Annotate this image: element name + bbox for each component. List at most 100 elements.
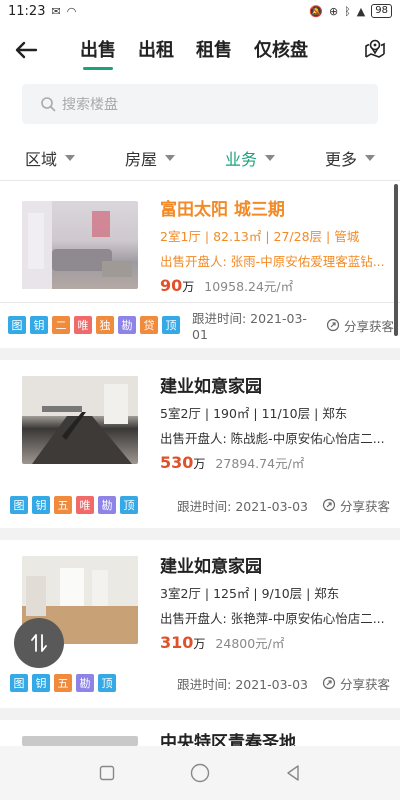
chevron-down-icon xyxy=(165,155,175,161)
bluetooth-icon: ᛒ xyxy=(344,4,351,18)
nav-square-icon xyxy=(99,765,114,781)
alarm-icon: ⊕ xyxy=(328,4,339,18)
card-separator xyxy=(0,708,400,720)
listing-card[interactable]: 中央特区青春圣地 xyxy=(0,720,400,746)
filter-more[interactable]: 更多 xyxy=(300,140,400,176)
battery-indicator: 98 xyxy=(371,4,392,18)
listing-agent: 出售开盘人: 张艳萍-中原安佑心怡店二... xyxy=(160,611,385,626)
nav-back-icon xyxy=(287,765,300,781)
listing-title: 富田太阳 城三期 xyxy=(160,200,285,220)
follow-time: 跟进时间: 2021-03-01 xyxy=(192,311,307,342)
follow-time: 跟进时间: 2021-03-03 xyxy=(177,676,308,692)
swap-icon xyxy=(31,634,47,652)
search-input[interactable]: 搜索楼盘 xyxy=(22,84,378,124)
tag-key: 钥 xyxy=(32,674,50,692)
share-label: 分享获客 xyxy=(339,676,390,692)
nav-circle-icon xyxy=(190,763,210,783)
follow-time: 跟进时间: 2021-03-03 xyxy=(177,498,308,514)
filter-business[interactable]: 业务 xyxy=(200,140,300,176)
header: 出售 出租 租售 仅核盘 xyxy=(0,28,400,78)
listing-card[interactable]: 建业如意家园 5室2厅 | 190㎡ | 11/10层 | 郑东 出售开盘人: … xyxy=(0,360,400,525)
tab-rent-sale[interactable]: 租售 xyxy=(196,36,232,70)
tag-top: 顶 xyxy=(120,496,138,514)
map-pin-icon xyxy=(365,39,385,58)
listing-price: 90万 xyxy=(160,276,195,295)
back-button[interactable] xyxy=(10,34,42,66)
chevron-down-icon xyxy=(365,155,375,161)
tag-two: 二 xyxy=(52,316,70,334)
listing-meta: 3室2厅 | 125㎡ | 9/10层 | 郑东 xyxy=(160,586,340,601)
listing-agent: 出售开盘人: 张雨-中原安佑爱理客蓝钻... xyxy=(160,254,385,269)
tag-image: 图 xyxy=(10,674,28,692)
status-bar: 11:23 ✉ ◠ 🔕 ⊕ ᛒ ▲ 98 xyxy=(0,0,400,22)
filter-house[interactable]: 房屋 xyxy=(100,140,200,176)
share-icon xyxy=(322,676,336,690)
tag-image: 图 xyxy=(8,316,26,334)
tag-list: 图 钥 五 唯 勘 顶 xyxy=(10,496,138,514)
filter-label: 业务 xyxy=(224,150,257,169)
home-button[interactable] xyxy=(186,759,214,787)
listing-title: 建业如意家园 xyxy=(160,377,262,397)
share-button[interactable]: 分享获客 xyxy=(322,496,390,515)
tag-exclusive: 独 xyxy=(96,316,114,334)
listing-price: 310万 xyxy=(160,633,206,652)
tag-only: 唯 xyxy=(74,316,92,334)
filter-label: 更多 xyxy=(324,150,357,169)
listing-card[interactable]: 建业如意家园 3室2厅 | 125㎡ | 9/10层 | 郑东 出售开盘人: 张… xyxy=(0,540,400,705)
tag-survey: 勘 xyxy=(118,316,136,334)
filter-bar: 区域 房屋 业务 更多 xyxy=(0,140,400,176)
tag-five: 五 xyxy=(54,674,72,692)
card-separator xyxy=(0,528,400,540)
listing-photo xyxy=(22,736,138,746)
map-button[interactable] xyxy=(360,34,390,64)
divider xyxy=(0,180,400,181)
share-label: 分享获客 xyxy=(343,318,394,334)
listing-info: 富田太阳 城三期 2室1厅 | 82.13㎡ | 27/28层 | 管城 出售开… xyxy=(160,195,392,295)
tag-key: 钥 xyxy=(32,496,50,514)
listing-card[interactable]: 富田太阳 城三期 2室1厅 | 82.13㎡ | 27/28层 | 管城 出售开… xyxy=(0,190,400,342)
listing-info: 中央特区青春圣地 xyxy=(160,728,392,746)
filter-area[interactable]: 区域 xyxy=(0,140,100,176)
filter-label: 房屋 xyxy=(124,150,157,169)
listing-tag-row: 图 钥 二 唯 独 勘 贷 顶 跟进时间: 2021-03-01 分享获客 xyxy=(0,311,400,342)
listing-photo xyxy=(22,201,138,289)
system-nav-bar xyxy=(0,746,400,800)
tag-five: 五 xyxy=(54,496,72,514)
back-nav-button[interactable] xyxy=(279,759,307,787)
share-label: 分享获客 xyxy=(339,498,390,514)
share-button[interactable]: 分享获客 xyxy=(322,674,390,693)
wifi-icon: ◠ xyxy=(66,4,77,18)
search-placeholder: 搜索楼盘 xyxy=(62,97,118,113)
listing-meta: 5室2厅 | 190㎡ | 11/10层 | 郑东 xyxy=(160,406,348,421)
tag-image: 图 xyxy=(10,496,28,514)
tag-key: 钥 xyxy=(30,316,48,334)
tag-survey: 勘 xyxy=(98,496,116,514)
scrollbar[interactable] xyxy=(394,184,398,336)
tab-verify-only[interactable]: 仅核盘 xyxy=(254,36,308,70)
tag-loan: 贷 xyxy=(140,316,158,334)
listing-unit-price: 10958.24元/㎡ xyxy=(204,279,294,294)
top-tabs: 出售 出租 租售 仅核盘 xyxy=(80,36,308,70)
search-icon xyxy=(41,97,56,112)
filter-label: 区域 xyxy=(24,150,57,169)
tab-rent[interactable]: 出租 xyxy=(138,36,174,70)
card-separator xyxy=(0,348,400,360)
tag-top: 顶 xyxy=(98,674,116,692)
share-icon xyxy=(322,498,336,512)
tag-survey: 勘 xyxy=(76,674,94,692)
listing-unit-price: 24800元/㎡ xyxy=(215,636,285,651)
listing-info: 建业如意家园 5室2厅 | 190㎡ | 11/10层 | 郑东 出售开盘人: … xyxy=(160,372,392,472)
tag-list: 图 钥 五 勘 顶 xyxy=(10,674,116,692)
listing-agent: 出售开盘人: 陈战彪-中原安佑心怡店二... xyxy=(160,431,385,446)
recent-apps-button[interactable] xyxy=(93,759,121,787)
share-button[interactable]: 分享获客 xyxy=(326,316,394,335)
share-icon xyxy=(326,318,340,332)
chevron-down-icon xyxy=(265,155,275,161)
status-time: 11:23 xyxy=(8,3,46,19)
listing-tag-row: 图 钥 五 勘 顶 跟进时间: 2021-03-03 分享获客 xyxy=(0,672,400,694)
listing-title: 中央特区青春圣地 xyxy=(160,733,296,746)
listing-photo xyxy=(22,376,138,464)
floating-toggle-button[interactable] xyxy=(14,618,64,668)
tag-top: 顶 xyxy=(162,316,180,334)
tab-sale[interactable]: 出售 xyxy=(80,36,116,70)
